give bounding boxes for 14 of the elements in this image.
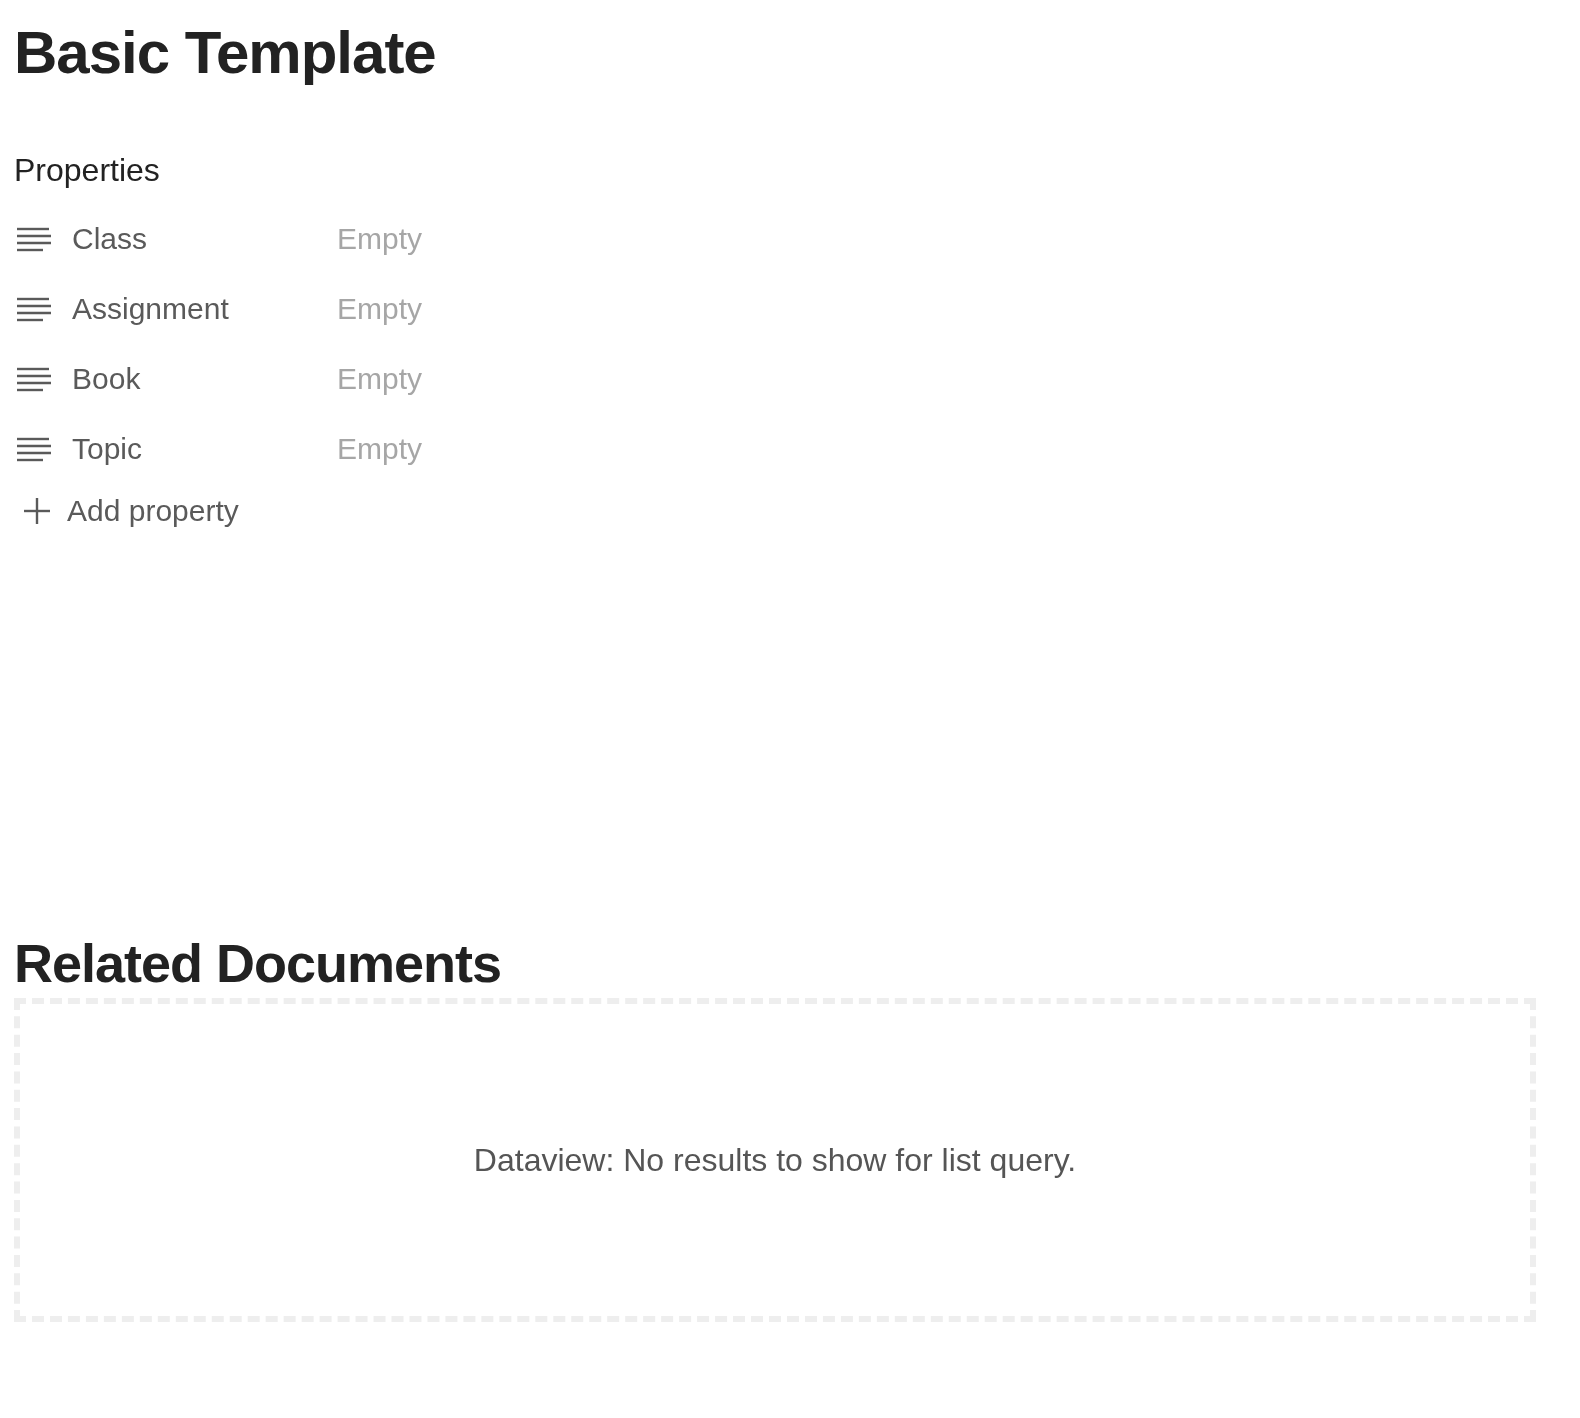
section-heading: Related Documents <box>14 932 502 994</box>
text-lines-icon <box>16 436 52 462</box>
section-heading: Properties <box>14 151 160 190</box>
plus-icon <box>23 497 51 525</box>
property-name[interactable]: Topic <box>72 432 337 466</box>
text-lines-icon <box>16 366 52 392</box>
add-property-button[interactable]: Add property <box>14 492 239 530</box>
page-title: Basic Template <box>14 18 436 88</box>
text-lines-icon <box>16 226 52 252</box>
empty-message: Dataview: No results to show for list query. <box>473 1141 1077 1179</box>
property-name[interactable]: Assignment <box>72 292 337 326</box>
property-name[interactable]: Class <box>72 222 337 256</box>
property-name[interactable]: Book <box>72 362 337 396</box>
text-lines-icon <box>16 296 52 322</box>
